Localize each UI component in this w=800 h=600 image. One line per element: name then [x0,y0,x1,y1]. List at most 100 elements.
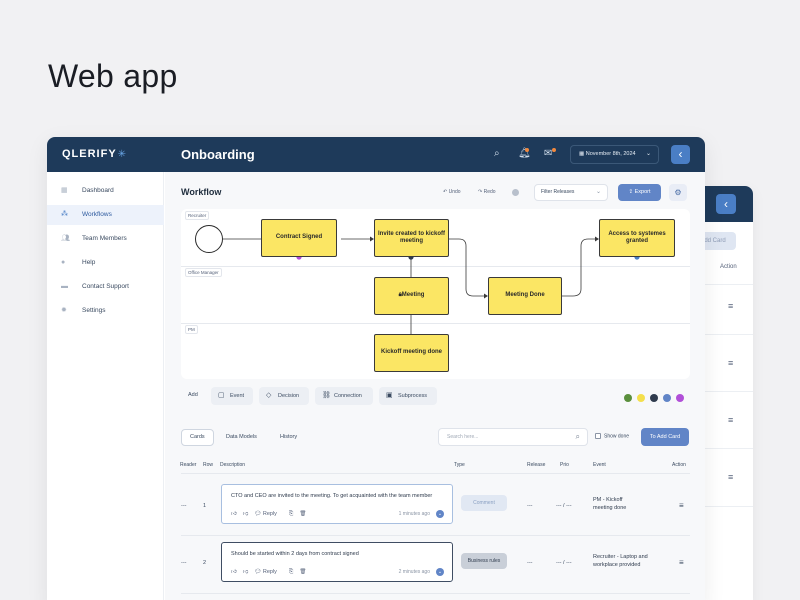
support-icon: ▬ [61,283,68,290]
divider [700,448,753,449]
node-access-granted[interactable]: Access to systemes granted [599,219,675,257]
dashboard-icon: ▦ [61,187,68,194]
show-done-checkbox[interactable]: Show done [595,433,629,439]
trash-icon[interactable]: 🗑︎ [299,569,306,575]
description-text: CTO and CEO are invited to the meeting. … [231,493,433,499]
node-meeting-done[interactable]: Meeting Done [488,277,562,315]
node-meeting[interactable]: 🔒︎ Meeting [374,277,449,315]
back-button[interactable]: ‹ [671,145,690,164]
tab-cards[interactable]: Cards [181,429,214,446]
timestamp: 2 minutes ago [398,569,430,575]
undo-button[interactable]: ↶ Undo [443,189,461,195]
sidebar: ▦ Dashboard ⁂ Workflows 👥︎ Team Members ● He… [47,172,164,600]
description-card[interactable]: CTO and CEO are invited to the meeting. … [221,484,453,524]
checkbox-icon [595,433,601,439]
add-subprocess-button[interactable]: ▣ Subprocess [379,387,437,405]
diamond-icon: ◇ [266,392,272,399]
workflow-canvas[interactable]: Recruiter Office Manager PM Contract Sig… [181,209,690,379]
search-input[interactable]: Search here... ⌕ [438,428,588,446]
edge [449,238,484,297]
color-swatch-green[interactable] [624,394,632,402]
cell-reader: --- [181,503,187,509]
sidebar-item-contact-support[interactable]: ▬ Contact Support [47,277,164,297]
add-card-button[interactable]: To Add Card [641,428,689,446]
cell-prio: --- / --- [556,560,572,566]
square-icon: ▢ [218,392,225,399]
color-swatch-dark[interactable] [650,394,658,402]
start-event[interactable] [195,225,223,253]
reply-button[interactable]: 💬︎ Reply [254,511,283,517]
date-picker[interactable]: ▦ November 8th, 2024 ⌄ [570,145,659,164]
reply-button[interactable]: 💬︎ Reply [254,569,283,575]
add-connection-button[interactable]: ⛓︎ Connection [315,387,373,405]
row-menu-icon[interactable]: ≡ [679,558,684,567]
cell-event: PM - Kickoff meeting done [593,496,626,513]
divider [700,391,753,392]
sidebar-item-workflows[interactable]: ⁂ Workflows [47,205,164,225]
undo-label: Undo [448,189,461,195]
help-icon[interactable] [512,189,519,196]
cell-release: --- [527,503,533,509]
sidebar-item-team-members[interactable]: 👥︎ Team Members [47,229,164,249]
menu-icon[interactable]: ≡ [728,301,733,311]
cell-row: 1 [203,503,207,509]
timestamp: 1 minutes ago [398,511,430,517]
description-text: Should be started within 2 days from con… [231,551,359,557]
description-card[interactable]: Should be started within 2 days from con… [221,542,453,582]
thumbs-up-icon[interactable]: 👍︎ [231,569,237,575]
color-swatch-blue[interactable] [663,394,671,402]
row-menu-icon[interactable]: ≡ [679,501,684,510]
node-invite-created[interactable]: Invite created to kickoff meeting [374,219,449,257]
sidebar-item-help[interactable]: ● Help [47,253,164,273]
filter-releases-select[interactable]: Filter Releases ⌄ [534,184,608,201]
redo-button[interactable]: ↷ Redo [478,189,496,195]
chevron-left-icon[interactable]: ‹ [716,194,736,214]
settings-button[interactable]: ⚙ [669,184,687,201]
attachment-icon[interactable]: ⎘ [289,569,293,575]
sidebar-item-label: Dashboard [82,187,114,194]
col-header-event: Event [593,462,606,468]
node-meeting-label: Meeting [401,292,425,299]
attachment-icon[interactable]: ⎘ [289,511,293,517]
background-add-card-button[interactable]: Add Card [700,232,736,250]
add-event-button[interactable]: ▢ Event [211,387,253,405]
logo-text: QLERIFY [62,148,117,160]
search-placeholder: Search here... [447,434,479,440]
divider [700,506,753,507]
sidebar-item-dashboard[interactable]: ▦ Dashboard [47,181,164,201]
event-line: Recruiter - Laptop and [593,554,648,560]
tab-data-models[interactable]: Data Models [226,429,257,446]
thumbs-up-icon[interactable]: 👍︎ [231,511,237,517]
notification-badge [525,148,529,152]
menu-icon[interactable]: ≡ [728,472,733,482]
color-swatch-purple[interactable] [676,394,684,402]
type-badge[interactable]: Business rules [461,553,507,569]
color-swatch-yellow[interactable] [637,394,645,402]
divider [181,473,690,474]
export-button[interactable]: ⇪ Export [618,184,661,201]
trash-icon[interactable]: 🗑︎ [299,511,306,517]
chevron-down-icon[interactable]: ⌄ [436,568,444,576]
page-title: Onboarding [181,147,255,162]
chevron-down-icon[interactable]: ⌄ [436,510,444,518]
col-header-type: Type [454,462,465,468]
thumbs-down-icon[interactable]: 👎︎ [243,569,249,575]
sidebar-item-settings[interactable]: ✹ Settings [47,301,164,321]
menu-icon[interactable]: ≡ [728,358,733,368]
sidebar-item-label: Settings [82,307,106,314]
cell-event: Recruiter - Laptop and workplace provided [593,553,648,570]
menu-icon[interactable]: ≡ [728,415,733,425]
type-badge[interactable]: Comment [461,495,507,511]
logo[interactable]: QLERIFY✳ [62,148,127,160]
top-bar: QLERIFY✳ Onboarding ⌕ 🔔︎ ✉︎ ▦ November 8… [47,137,705,172]
background-window: ‹ Add Card Action ≡ ≡ ≡ ≡ [700,186,753,600]
card-actions: 👍︎ 👎︎ 💬︎ Reply ⎘ 🗑︎ [231,511,312,518]
node-kickoff-done[interactable]: Kickoff meeting done [374,334,449,372]
add-decision-button[interactable]: ◇ Decision [259,387,309,405]
tool-label: Subprocess [398,393,428,399]
search-icon[interactable]: ⌕ [494,148,500,159]
tab-history[interactable]: History [280,429,297,446]
col-header-action: Action [672,462,686,468]
node-contract-signed[interactable]: Contract Signed [261,219,337,257]
thumbs-down-icon[interactable]: 👎︎ [243,511,249,517]
